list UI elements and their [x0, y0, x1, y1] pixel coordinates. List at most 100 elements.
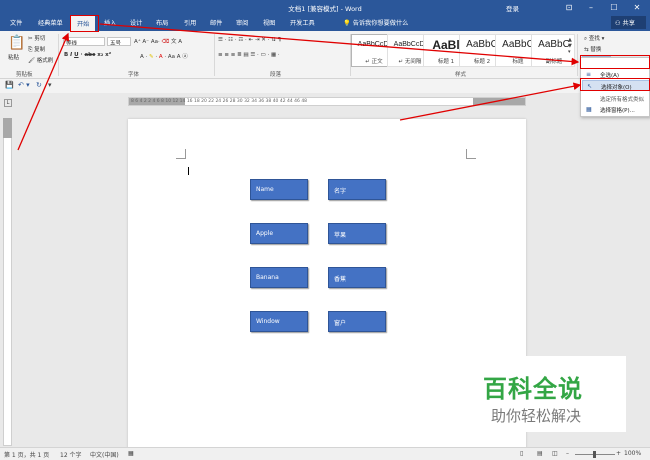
- maximize-button[interactable]: ☐: [603, 1, 625, 14]
- search-icon: ⌕: [584, 36, 588, 42]
- window-title: 文档1 [兼容模式] - Word: [288, 5, 362, 13]
- font-size-combo[interactable]: 五号: [107, 37, 131, 46]
- lightbulb-icon: 💡: [343, 20, 351, 27]
- zoom-level[interactable]: 100%: [624, 450, 641, 457]
- textbox-apple[interactable]: Apple: [250, 223, 308, 244]
- tell-me-text: 告诉我你想要做什么: [352, 20, 409, 27]
- tell-me-search[interactable]: 💡 告诉我你想要做什么: [343, 18, 408, 27]
- annotation-box-select: [580, 55, 650, 69]
- tab-insert[interactable]: 插入: [104, 18, 116, 27]
- share-label: 共享: [622, 20, 635, 27]
- textbox-apple-cn[interactable]: 苹果: [328, 223, 386, 244]
- cut-button[interactable]: ✂ 剪切: [28, 34, 45, 42]
- replace-label: 替换: [590, 47, 602, 53]
- web-layout-icon[interactable]: ◫: [552, 450, 558, 457]
- find-label: 查找: [588, 36, 600, 42]
- group-divider: [214, 34, 215, 76]
- zoom-in-icon[interactable]: +: [616, 450, 621, 457]
- textbox-name[interactable]: Name: [250, 179, 308, 200]
- tab-review[interactable]: 审阅: [236, 18, 248, 27]
- brush-icon: 🖌: [28, 58, 35, 64]
- copy-icon: ⎘: [28, 47, 33, 53]
- menu-item-label: 选择窗格(P)...: [600, 108, 635, 114]
- login-link[interactable]: 登录: [506, 3, 519, 13]
- font-grow-shrink-icons[interactable]: A⁺ A⁻ Aa· ⌫ 文 A: [134, 37, 182, 45]
- cut-label: 剪切: [34, 36, 46, 42]
- textbox-banana-cn[interactable]: 香蕉: [328, 267, 386, 288]
- copy-button[interactable]: ⎘ 复制: [28, 45, 45, 54]
- textbox-window[interactable]: Window: [250, 311, 308, 332]
- macro-icon[interactable]: ▦: [128, 450, 134, 457]
- paste-label[interactable]: 粘贴: [8, 53, 19, 61]
- tab-references[interactable]: 引用: [184, 18, 196, 27]
- vertical-ruler: [3, 118, 12, 446]
- page-count[interactable]: 第 1 页，共 1 页: [4, 450, 49, 459]
- font-name-combo[interactable]: 等线: [63, 37, 105, 46]
- tab-mailings[interactable]: 邮件: [210, 18, 222, 27]
- redo-icon[interactable]: ↻: [36, 81, 42, 89]
- annotation-box-select-objects: [580, 78, 650, 91]
- language[interactable]: 中文(中国): [90, 450, 119, 459]
- textbox-name-cn[interactable]: 名字: [328, 179, 386, 200]
- zoom-slider-thumb[interactable]: [593, 451, 596, 458]
- style-name: 副标题: [545, 59, 563, 65]
- title-bar: 文档1 [兼容模式] - Word 登录 ⊡ – ☐ ✕: [0, 0, 650, 15]
- read-mode-icon[interactable]: ▯: [520, 450, 523, 457]
- styles-group-label: 样式: [455, 72, 467, 78]
- watermark-subtitle: 助你轻松解决: [491, 407, 582, 425]
- group-divider: [577, 34, 578, 76]
- select-all-icon: ≡: [586, 71, 592, 78]
- person-icon: ⚇: [615, 20, 621, 27]
- tab-developer[interactable]: 开发工具: [290, 18, 315, 27]
- zoom-out-icon[interactable]: –: [566, 450, 569, 457]
- ruler-margin: [3, 118, 12, 138]
- tab-view[interactable]: 视图: [263, 18, 275, 27]
- tab-layout[interactable]: 布局: [156, 18, 168, 27]
- textbox-banana[interactable]: Banana: [250, 267, 308, 288]
- status-bar: 第 1 页，共 1 页 12 个字 中文(中国) ▦ ▯ ▤ ◫ – + 100…: [0, 447, 650, 460]
- replace-button[interactable]: ⇆ 替换: [584, 45, 601, 53]
- menu-item-select-similar[interactable]: 选定所有格式类似: [582, 93, 650, 104]
- font-color-buttons[interactable]: A · ✎ · A · Aa A ⓐ: [140, 52, 188, 60]
- find-button[interactable]: ⌕ 查找 ▾: [584, 34, 604, 43]
- format-painter-label: 格式刷: [36, 58, 54, 64]
- alignment-buttons[interactable]: ≡ ≡ ≡ ≣ ▤ ☰ · ▭ · ▦ ·: [218, 52, 280, 58]
- ribbon-display-options-icon[interactable]: ⊡: [558, 1, 580, 14]
- styles-scroll-icon[interactable]: ▲ ▼ ▾: [568, 37, 572, 55]
- textbox-window-cn[interactable]: 窗户: [328, 311, 386, 332]
- annotation-box-home-tab: [70, 15, 99, 32]
- group-divider: [58, 34, 59, 76]
- ribbon-home: 📋 粘贴 ✂ 剪切 ⎘ 复制 🖌 格式刷 剪贴板 等线 五号 A⁺ A⁻ Aa·…: [0, 31, 650, 79]
- tab-classic-menu[interactable]: 经典菜单: [38, 18, 63, 27]
- watermark-title: 百科全说: [483, 375, 583, 403]
- list-buttons[interactable]: ☰ · ☷ · ☶ · ⇤ ⇥ ✕ · ⇅ ¶: [218, 37, 281, 43]
- save-icon[interactable]: 💾: [5, 81, 14, 89]
- customize-qat-icon[interactable]: ▾: [48, 81, 52, 89]
- menu-item-selection-pane[interactable]: ▦ 选择窗格(P)...: [582, 104, 650, 115]
- ruler-ticks: 8 6 4 2 2 4 6 8 10 12 14 16 18 20 22 24 …: [131, 99, 308, 104]
- watermark-logo: 百科全说 助你轻松解决: [461, 356, 626, 432]
- minimize-button[interactable]: –: [580, 1, 602, 14]
- crop-mark: [176, 149, 186, 159]
- paste-icon[interactable]: 📋: [8, 35, 25, 51]
- replace-icon: ⇆: [584, 47, 589, 53]
- tab-file[interactable]: 文件: [10, 18, 22, 27]
- close-button[interactable]: ✕: [626, 1, 648, 14]
- word-count[interactable]: 12 个字: [60, 450, 82, 459]
- scissors-icon: ✂: [28, 36, 33, 42]
- print-layout-icon[interactable]: ▤: [537, 450, 543, 457]
- format-painter-button[interactable]: 🖌 格式刷: [28, 56, 53, 64]
- font-format-buttons[interactable]: B I U · abc x₂ x²: [64, 52, 111, 58]
- menu-item-label: 选定所有格式类似: [600, 97, 645, 103]
- font-group-label: 字体: [128, 72, 140, 78]
- text-cursor: [188, 167, 189, 175]
- quick-access-toolbar: 💾 ↶ ▾ ↻ ▾: [0, 79, 650, 93]
- copy-label: 复制: [34, 47, 46, 53]
- tab-design[interactable]: 设计: [130, 18, 142, 27]
- tab-selector-icon[interactable]: L: [4, 99, 12, 107]
- clipboard-group-label: 剪贴板: [16, 72, 33, 78]
- crop-mark: [466, 149, 476, 159]
- share-button[interactable]: ⚇ 共享: [611, 16, 646, 29]
- undo-icon[interactable]: ↶ ▾: [18, 81, 30, 89]
- paragraph-group-label: 段落: [270, 72, 282, 78]
